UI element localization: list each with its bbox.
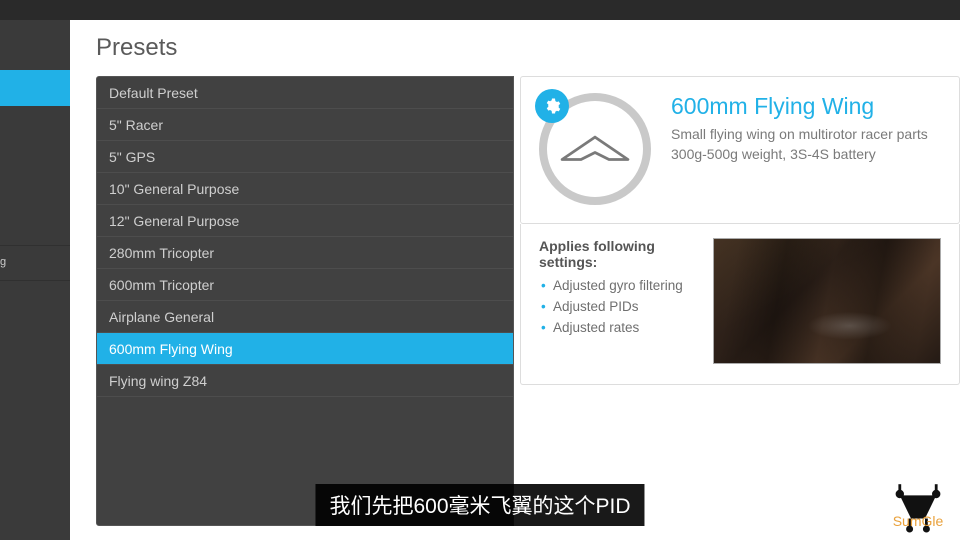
gear-icon <box>543 97 561 115</box>
preset-item-280-tricopter[interactable]: 280mm Tricopter <box>97 237 513 269</box>
video-subtitle: 我们先把600毫米飞翼的这个PID <box>315 484 644 526</box>
gear-badge <box>535 89 569 123</box>
preview-thumbnail <box>713 238 941 364</box>
preset-item-5-racer[interactable]: 5" Racer <box>97 109 513 141</box>
preset-list: Default Preset 5" Racer 5" GPS 10" Gener… <box>96 76 514 526</box>
applies-item: Adjusted rates <box>539 318 693 339</box>
preset-item-10-general[interactable]: 10" General Purpose <box>97 173 513 205</box>
preset-item-12-general[interactable]: 12" General Purpose <box>97 205 513 237</box>
preset-icon-wrap <box>539 93 651 205</box>
preset-item-airplane-general[interactable]: Airplane General <box>97 301 513 333</box>
applies-card: Applies following settings: Adjusted gyr… <box>520 224 960 385</box>
preset-description: Small flying wing on multirotor racer pa… <box>671 124 928 165</box>
preset-item-flying-wing-z84[interactable]: Flying wing Z84 <box>97 365 513 397</box>
watermark-text: SumGle <box>893 513 944 529</box>
preset-title: 600mm Flying Wing <box>671 93 928 120</box>
top-bar <box>0 0 960 20</box>
preset-header-card: 600mm Flying Wing Small flying wing on m… <box>520 76 960 224</box>
left-rail-separator-item[interactable]: g <box>0 245 70 281</box>
flying-wing-icon <box>560 129 630 169</box>
preset-desc-line-1: Small flying wing on multirotor racer pa… <box>671 124 928 144</box>
preset-header-text: 600mm Flying Wing Small flying wing on m… <box>671 93 928 165</box>
preset-item-default[interactable]: Default Preset <box>97 77 513 109</box>
applies-heading: Applies following settings: <box>539 238 693 270</box>
preset-item-5-gps[interactable]: 5" GPS <box>97 141 513 173</box>
preset-detail: 600mm Flying Wing Small flying wing on m… <box>520 76 960 526</box>
left-rail-selected-item[interactable] <box>0 70 70 106</box>
applies-text: Applies following settings: Adjusted gyr… <box>539 238 693 339</box>
applies-list: Adjusted gyro filtering Adjusted PIDs Ad… <box>539 276 693 339</box>
watermark-logo: SumGle <box>882 480 954 536</box>
left-rail: g <box>0 20 70 540</box>
preset-desc-line-2: 300g-500g weight, 3S-4S battery <box>671 144 928 164</box>
applies-item: Adjusted PIDs <box>539 297 693 318</box>
preset-item-600-tricopter[interactable]: 600mm Tricopter <box>97 269 513 301</box>
applies-item: Adjusted gyro filtering <box>539 276 693 297</box>
preset-item-600-flying-wing[interactable]: 600mm Flying Wing <box>97 333 513 365</box>
page-title: Presets <box>70 20 960 72</box>
panels: Default Preset 5" Racer 5" GPS 10" Gener… <box>96 76 960 526</box>
content-area: Presets Default Preset 5" Racer 5" GPS 1… <box>70 20 960 540</box>
